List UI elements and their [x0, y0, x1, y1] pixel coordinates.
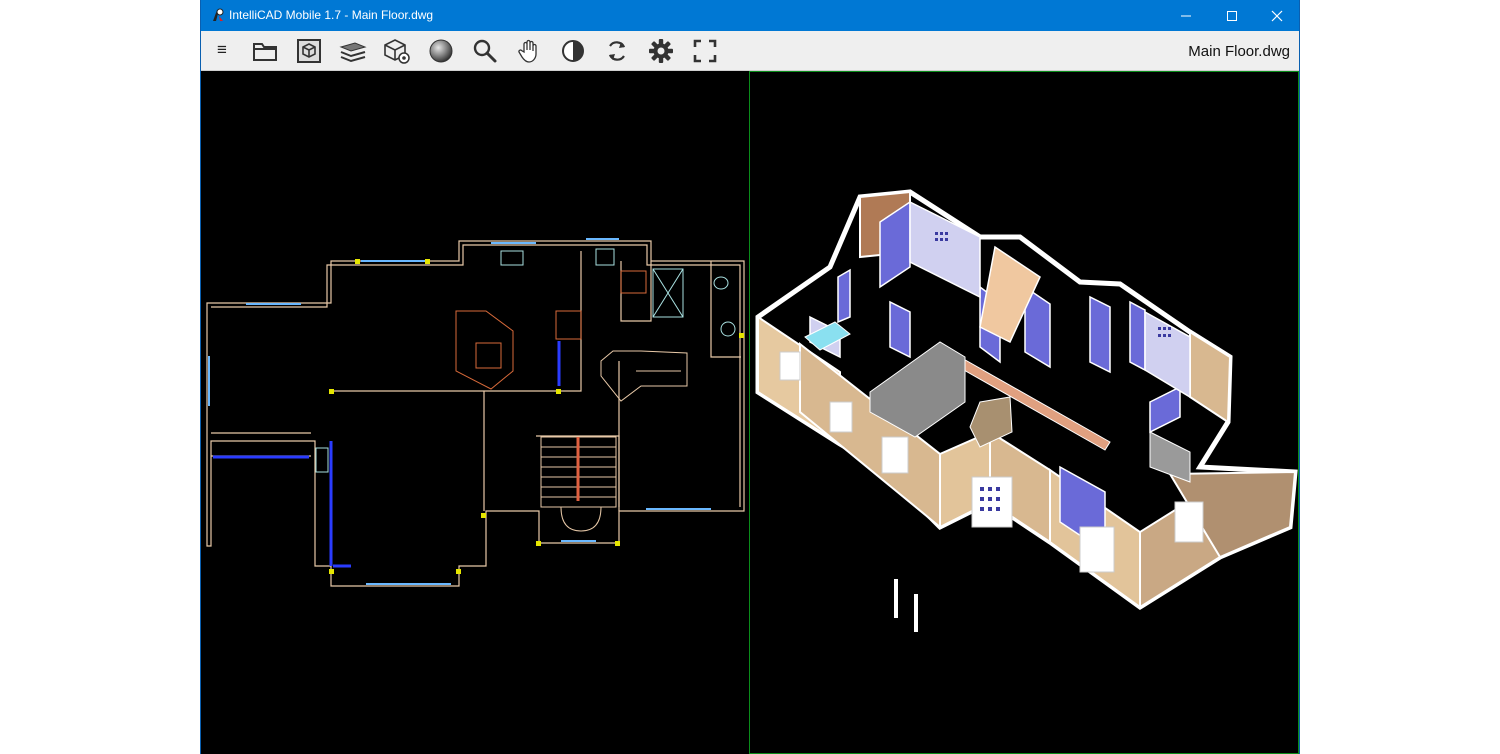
title-bar[interactable]: IntelliCAD Mobile 1.7 - Main Floor.dwg: [201, 0, 1299, 31]
pan-hand-icon: [518, 39, 537, 63]
viewport-2d-plan[interactable]: [201, 71, 749, 754]
viewport-3d-model[interactable]: [749, 71, 1299, 754]
isometric-house-model: [755, 189, 1298, 632]
app-window: IntelliCAD Mobile 1.7 - Main Floor.dwg ≡: [200, 0, 1300, 754]
minimize-icon: [1181, 15, 1191, 16]
render-sphere-icon: [429, 39, 453, 63]
folder-icon: [253, 43, 277, 61]
zoom-button[interactable]: [469, 35, 501, 67]
close-icon: [1271, 10, 1283, 21]
view-cube-icon: [297, 39, 321, 63]
contrast-icon: [562, 40, 584, 62]
settings-icon: [649, 39, 673, 63]
menu-button[interactable]: ≡: [211, 40, 233, 62]
maximize-button[interactable]: [1209, 0, 1255, 31]
window-title: IntelliCAD Mobile 1.7 - Main Floor.dwg: [229, 8, 434, 22]
toolbar: ≡ Main Floor.dwg: [201, 31, 1299, 71]
floor-plan-drawing: [206, 238, 745, 587]
close-button[interactable]: [1254, 0, 1300, 31]
minimize-button[interactable]: [1163, 0, 1209, 31]
zoom-icon: [473, 39, 497, 63]
contrast-button[interactable]: [557, 35, 589, 67]
3d-settings-icon: [384, 39, 410, 64]
3d-settings-button[interactable]: [381, 35, 413, 67]
file-name-label: Main Floor.dwg: [1188, 43, 1290, 60]
maximize-icon: [1227, 10, 1237, 21]
regenerate-icon: [609, 41, 625, 61]
settings-button[interactable]: [645, 35, 677, 67]
regenerate-button[interactable]: [601, 35, 633, 67]
pan-button[interactable]: [513, 35, 545, 67]
render-button[interactable]: [425, 35, 457, 67]
fullscreen-icon: [693, 39, 717, 63]
intellicad-logo-icon: [213, 8, 224, 21]
open-file-button[interactable]: [249, 35, 281, 67]
fullscreen-button[interactable]: [689, 35, 721, 67]
view-cube-button[interactable]: [293, 35, 325, 67]
layers-icon: [339, 42, 367, 63]
layers-button[interactable]: [337, 35, 369, 67]
